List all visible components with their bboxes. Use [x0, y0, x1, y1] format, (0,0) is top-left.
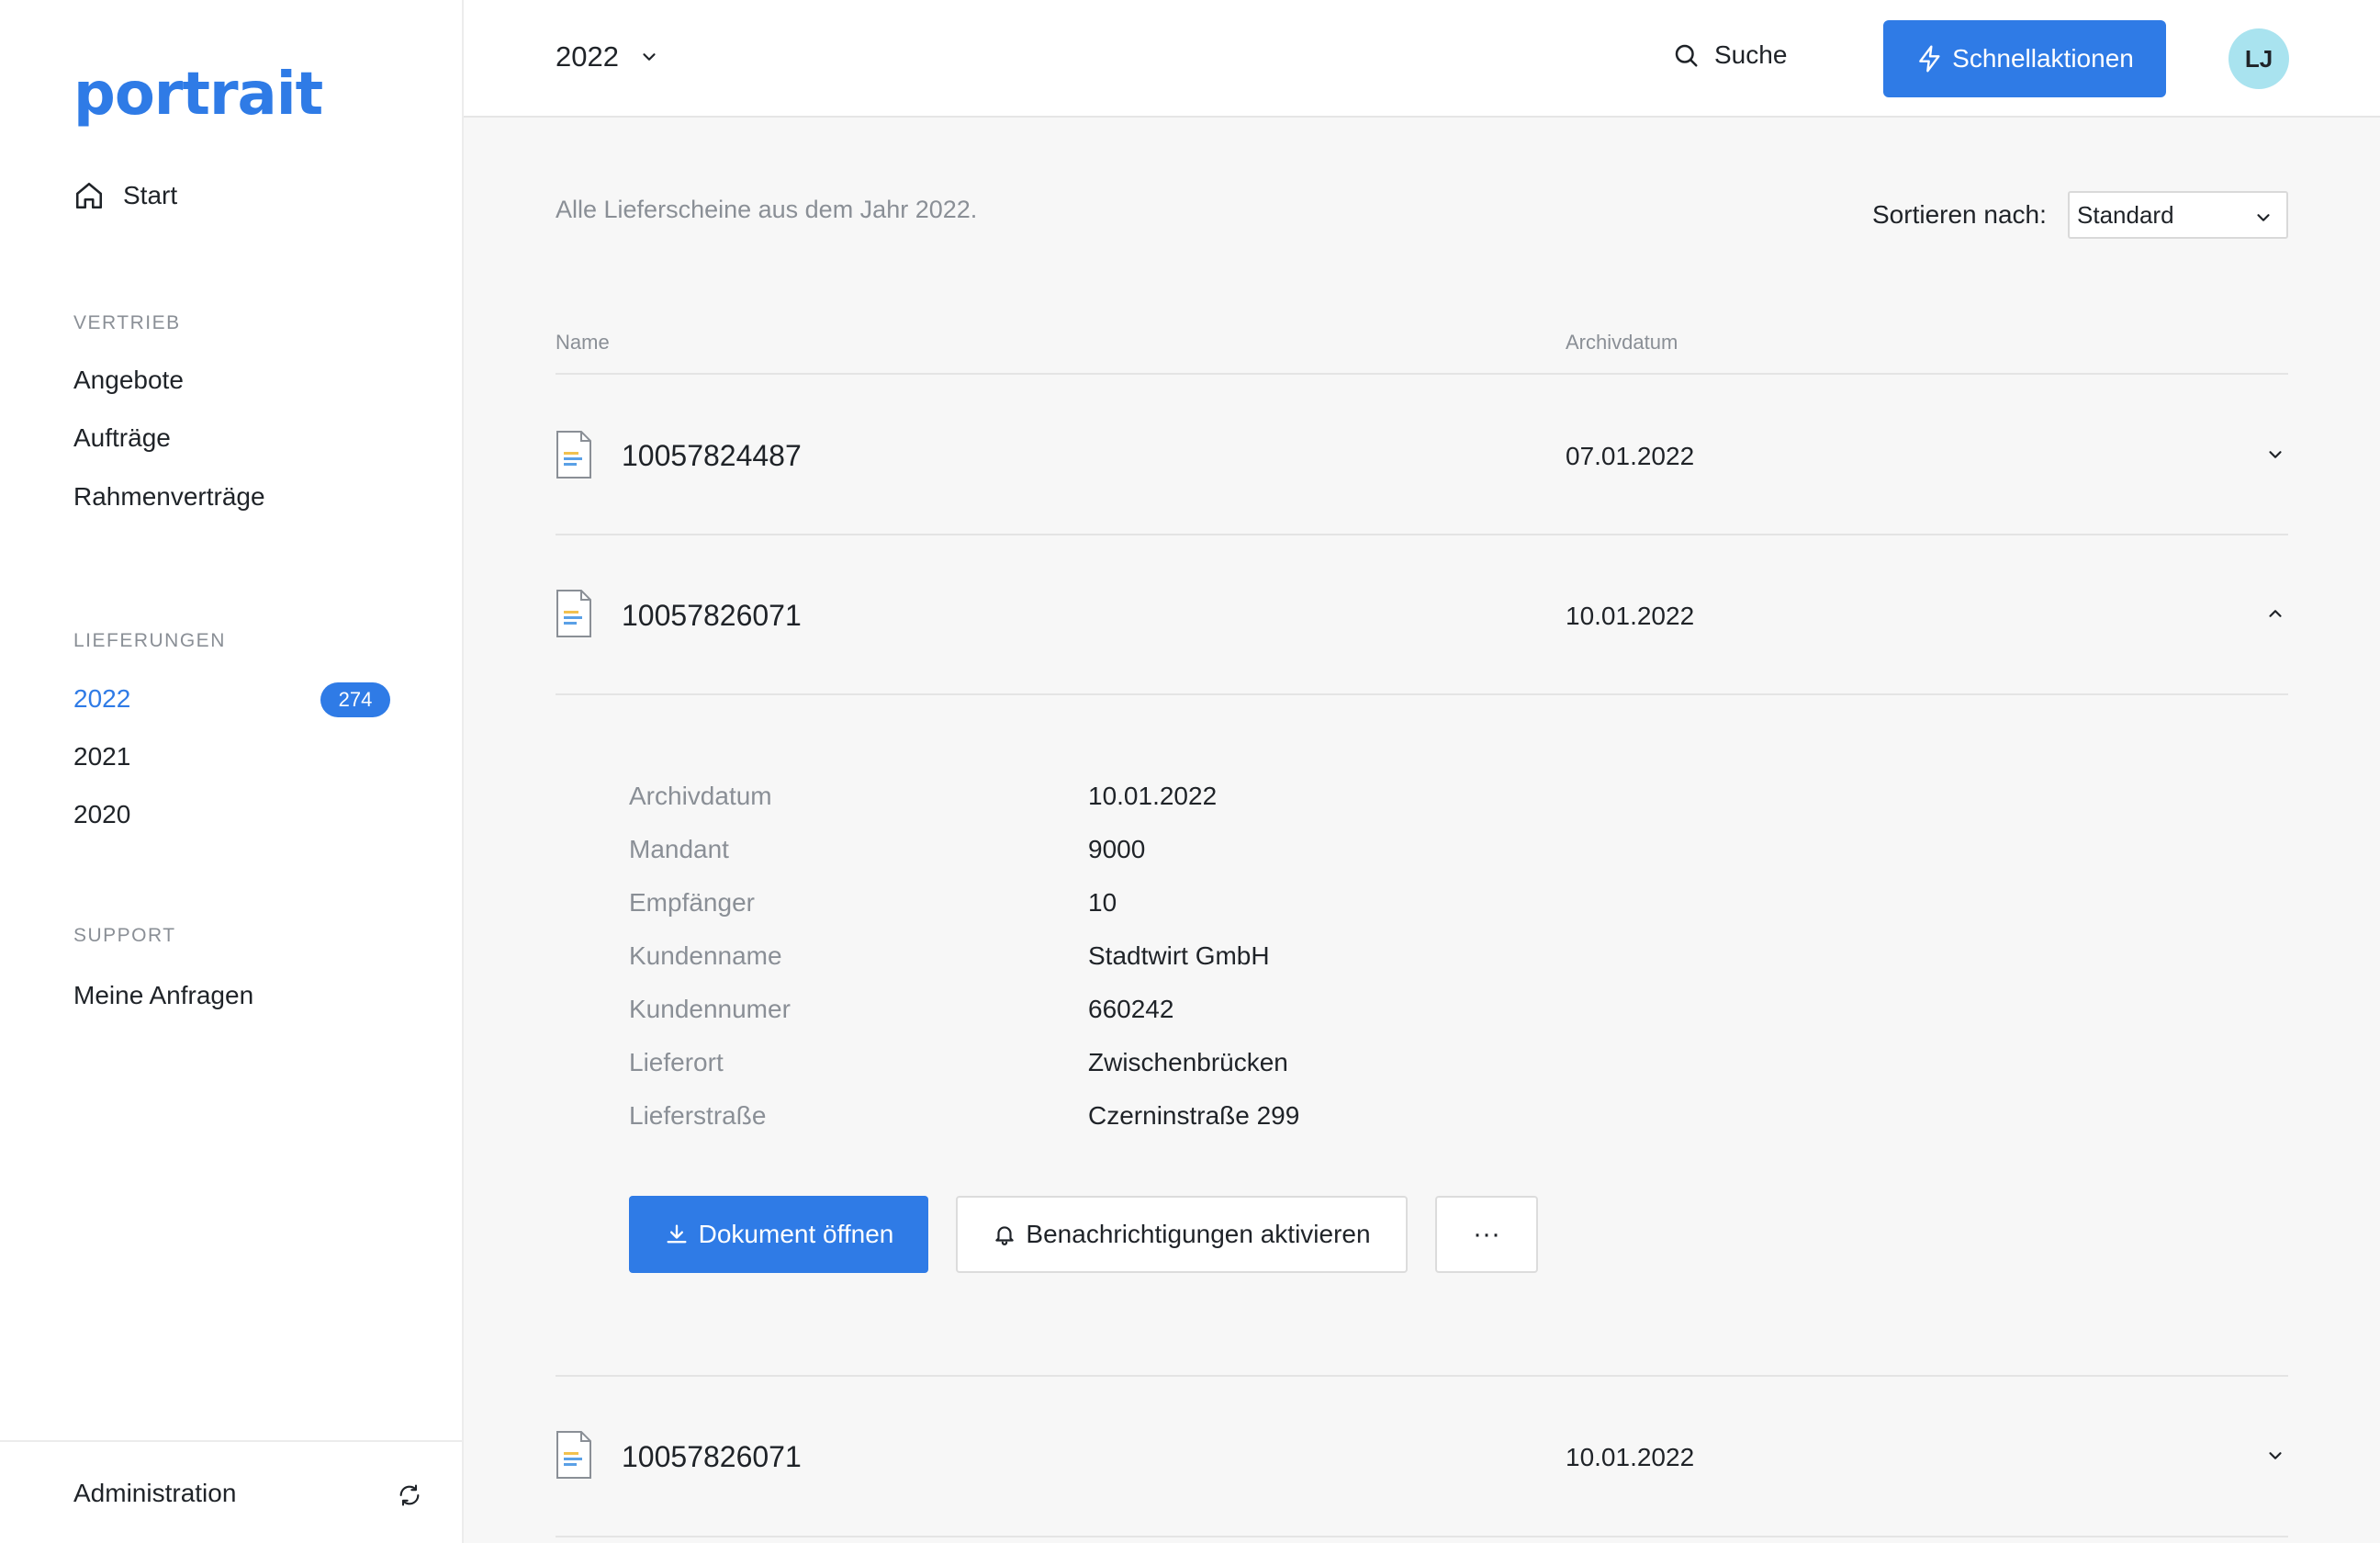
sidebar-item-2022[interactable]: 2022: [73, 684, 130, 714]
detail-value-mandant: 9000: [1088, 835, 1146, 863]
nav-start-label: Start: [123, 181, 178, 209]
sidebar-item-auftraege[interactable]: Aufträge: [73, 423, 171, 453]
quick-actions-label: Schnellaktionen: [1952, 44, 2134, 73]
row-document-number: 10057824487: [622, 439, 802, 472]
bell-icon: [995, 1226, 1015, 1245]
detail-label-archivdatum: Archivdatum: [629, 782, 772, 810]
notifications-label: Benachrichtigungen aktivieren: [1026, 1220, 1371, 1248]
download-icon: [667, 1224, 687, 1244]
search-button[interactable]: Suche: [1672, 40, 1787, 70]
detail-value-kundenname: Stadtwirt GmbH: [1088, 941, 1270, 970]
sidebar-item-meine-anfragen[interactable]: Meine Anfragen: [73, 981, 253, 1010]
section-label-lieferungen: LIEFERUNGEN: [73, 630, 226, 651]
detail-label-lieferort: Lieferort: [629, 1048, 724, 1076]
section-label-support: SUPPORT: [73, 925, 176, 946]
detail-value-lieferort: Zwischenbrücken: [1088, 1048, 1288, 1076]
table-row[interactable]: [556, 375, 2288, 531]
row-document-number: 10057826071: [622, 1440, 802, 1473]
chevron-up-icon[interactable]: [2263, 603, 2287, 624]
table-row[interactable]: [556, 1377, 2288, 1533]
chevron-down-icon: [2257, 214, 2270, 221]
row-archive-date: 10.01.2022: [1566, 1443, 1695, 1471]
divider: [556, 693, 2288, 695]
nav-start[interactable]: Start: [73, 180, 177, 211]
row-archive-date: 07.01.2022: [1566, 442, 1695, 470]
chevron-down-icon[interactable]: [2263, 1446, 2287, 1466]
sort-dropdown[interactable]: Standard: [2068, 191, 2288, 239]
detail-value-kundennumer: 660242: [1088, 995, 1174, 1023]
row-document-number: 10057826071: [622, 599, 802, 632]
sidebar-item-angebote[interactable]: Angebote: [73, 366, 184, 395]
administration-link[interactable]: Administration: [73, 1479, 236, 1508]
portrait-logo[interactable]: portrait: [73, 61, 323, 129]
sidebar: portrait Start VERTRIEB Angebote Aufträg…: [0, 0, 464, 1543]
column-header-date: Archivdatum: [1566, 331, 1678, 354]
row-archive-date: 10.01.2022: [1566, 602, 1695, 630]
open-document-label: Dokument öffnen: [698, 1220, 894, 1248]
refresh-icon[interactable]: [397, 1482, 422, 1508]
sort-label: Sortieren nach:: [1872, 200, 2047, 229]
detail-value-empfaenger: 10: [1088, 888, 1117, 917]
sidebar-footer: Administration: [0, 1440, 462, 1543]
divider: [556, 1536, 2288, 1537]
detail-label-kundennumer: Kundennumer: [629, 995, 791, 1023]
year-dropdown-value: 2022: [556, 40, 619, 73]
detail-value-lieferstrasse: Czerninstraße 299: [1088, 1101, 1300, 1130]
detail-label-empfaenger: Empfänger: [629, 888, 755, 917]
lightning-icon: [1919, 45, 1940, 73]
table-row[interactable]: [556, 535, 2288, 692]
sidebar-item-2020[interactable]: 2020: [73, 800, 130, 829]
document-icon: [556, 1431, 591, 1479]
search-icon: [1675, 44, 1698, 67]
open-document-button[interactable]: Dokument öffnen: [629, 1196, 928, 1273]
avatar[interactable]: LJ: [2228, 28, 2289, 89]
year-dropdown[interactable]: 2022: [556, 40, 659, 73]
sidebar-item-2021[interactable]: 2021: [73, 742, 130, 772]
column-header-name: Name: [556, 331, 610, 354]
document-icon: [556, 431, 591, 479]
sort-dropdown-value: Standard: [2077, 200, 2174, 229]
document-icon: [556, 590, 591, 637]
notifications-button[interactable]: Benachrichtigungen aktivieren: [956, 1196, 1408, 1273]
home-icon: [75, 182, 103, 209]
search-label: Suche: [1714, 40, 1788, 69]
detail-label-kundenname: Kundenname: [629, 941, 782, 970]
chevron-down-icon[interactable]: [2263, 445, 2287, 465]
quick-actions-button[interactable]: Schnellaktionen: [1883, 20, 2166, 97]
main-content: 2022 Suche Schnellaktionen LJ Alle Liefe…: [464, 0, 2380, 1543]
count-badge: 274: [320, 682, 390, 717]
topbar: 2022 Suche Schnellaktionen LJ: [464, 0, 2380, 118]
intro-text: Alle Lieferscheine aus dem Jahr 2022.: [556, 196, 978, 223]
detail-label-lieferstrasse: Lieferstraße: [629, 1101, 767, 1130]
section-label-vertrieb: VERTRIEB: [73, 312, 181, 333]
detail-label-mandant: Mandant: [629, 835, 729, 863]
more-options-button[interactable]: ···: [1435, 1196, 1538, 1273]
sidebar-item-rahmenvertraege[interactable]: Rahmenverträge: [73, 482, 265, 512]
detail-value-archivdatum: 10.01.2022: [1088, 782, 1218, 810]
chevron-down-icon: [643, 53, 656, 61]
